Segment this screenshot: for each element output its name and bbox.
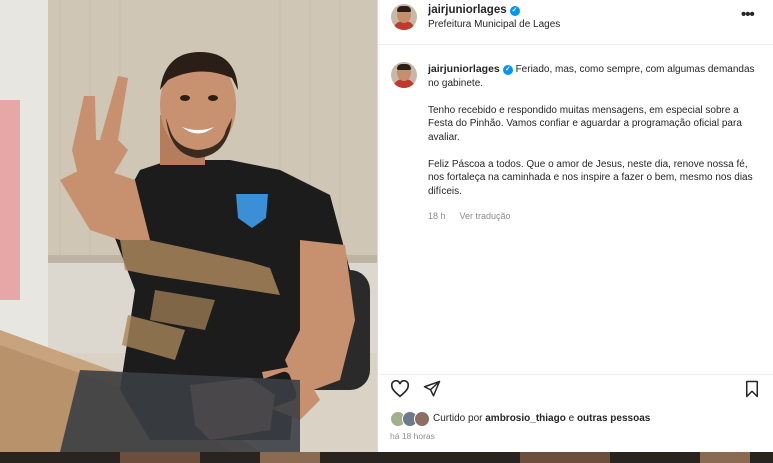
author-avatar[interactable] [391, 4, 417, 30]
post-timestamp[interactable]: há 18 horas [390, 431, 435, 441]
liker-avatar[interactable] [414, 411, 430, 427]
caption-paragraph-2: Tenho recebido e respondido muitas mensa… [428, 104, 742, 143]
post-location[interactable]: Prefeitura Municipal de Lages [428, 19, 560, 30]
post-side-panel: jairjuniorlages ✓ Prefeitura Municipal de… [377, 0, 773, 452]
caption-age[interactable]: 18 h [428, 211, 446, 221]
action-bar: Curtido por ambrosio_thiago e outras pes… [378, 374, 773, 453]
caption-meta: 18 h Ver tradução [428, 211, 511, 221]
post-photo[interactable] [0, 0, 377, 452]
author-username-text[interactable]: jairjuniorlages [428, 4, 507, 16]
more-options-icon[interactable]: ••• [741, 6, 755, 23]
liked-by-text: Curtido por ambrosio_thiago e outras pes… [433, 413, 650, 424]
caption-author-avatar[interactable] [391, 62, 417, 88]
liked-by-conjunction: e [568, 413, 575, 424]
caption-author-username[interactable]: jairjuniorlages ✓ [428, 63, 513, 75]
post-header: jairjuniorlages ✓ Prefeitura Municipal de… [378, 0, 773, 45]
see-translation-link[interactable]: Ver tradução [460, 211, 511, 221]
liked-by-prefix: Curtido por [433, 413, 483, 424]
photo-artwork [0, 0, 377, 452]
caption-text: jairjuniorlages ✓ Feriado, mas, como semp… [428, 63, 762, 212]
liked-by-others[interactable]: outras pessoas [577, 413, 650, 424]
verified-badge-icon: ✓ [502, 65, 513, 75]
caption-paragraph-3: Feliz Páscoa a todos. Que o amor de Jesu… [428, 158, 753, 197]
heart-icon[interactable] [390, 380, 410, 398]
bookmark-icon[interactable] [744, 380, 760, 398]
verified-badge-icon: ✓ [509, 6, 520, 16]
caption-block: jairjuniorlages ✓ Feriado, mas, como semp… [378, 44, 773, 374]
background-strip [0, 452, 773, 463]
author-username[interactable]: jairjuniorlages ✓ [428, 4, 520, 16]
send-icon[interactable] [423, 380, 441, 398]
liked-by-user[interactable]: ambrosio_thiago [485, 413, 566, 424]
caption-username-text[interactable]: jairjuniorlages [428, 63, 500, 75]
